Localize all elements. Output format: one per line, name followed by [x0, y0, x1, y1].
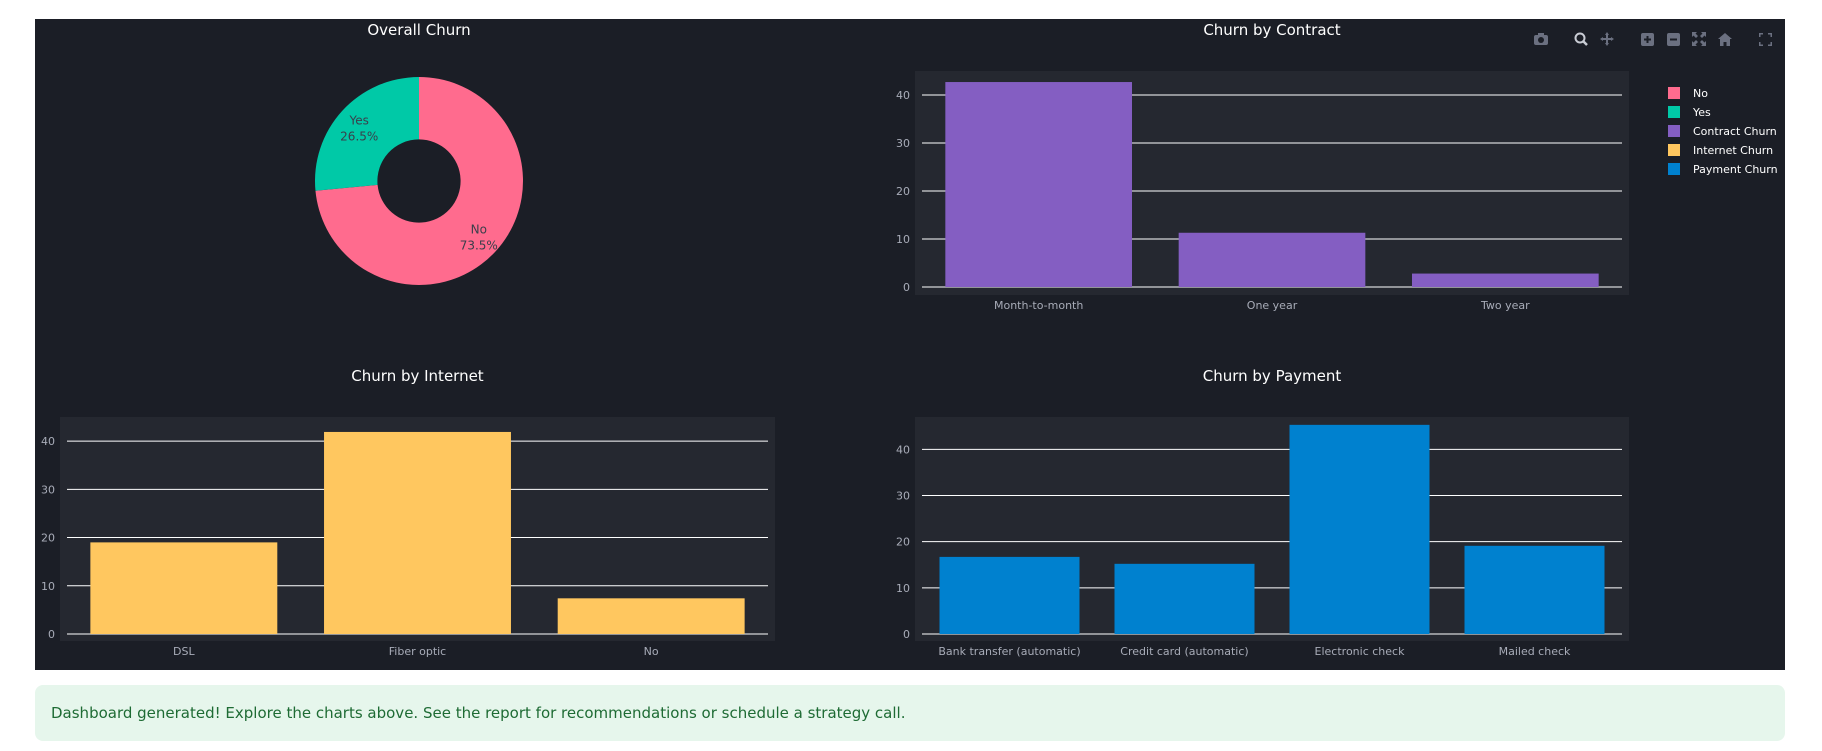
- slice-percent-label: 26.5%: [340, 130, 378, 144]
- chart-title: Churn by Contract: [1203, 21, 1340, 39]
- bar-mailed-check: [1464, 545, 1605, 634]
- pan-icon[interactable]: [1597, 29, 1617, 49]
- slice-label: Yes: [349, 114, 369, 128]
- x-tick-label: Credit card (automatic): [1120, 645, 1248, 658]
- legend-item-no: No: [1693, 87, 1708, 100]
- x-tick-label: Month-to-month: [994, 299, 1083, 312]
- bar-fiber-optic: [324, 431, 511, 634]
- zoom-in-icon[interactable]: [1637, 29, 1657, 49]
- bar-one-year: [1178, 232, 1366, 287]
- legend-swatch: [1668, 87, 1680, 99]
- x-tick-label: No: [644, 645, 659, 658]
- y-tick-label: 0: [903, 628, 910, 641]
- alert-message: Dashboard generated! Explore the charts …: [51, 704, 906, 722]
- legend-item-contract-churn: Contract Churn: [1693, 125, 1777, 138]
- x-tick-label: DSL: [173, 645, 195, 658]
- zoom-out-icon[interactable]: [1663, 29, 1683, 49]
- y-tick-label: 0: [903, 281, 910, 294]
- y-tick-label: 20: [896, 185, 910, 198]
- y-tick-label: 0: [48, 628, 55, 641]
- camera-icon[interactable]: [1531, 29, 1551, 49]
- x-tick-label: Mailed check: [1499, 645, 1571, 658]
- y-tick-label: 30: [896, 489, 910, 502]
- modebar: [1531, 29, 1775, 49]
- y-tick-label: 30: [41, 483, 55, 496]
- bar-month-to-month: [945, 82, 1132, 287]
- bar-dsl: [90, 542, 278, 634]
- legend-item-yes: Yes: [1692, 106, 1711, 119]
- bar-chart-churn-by-contract: Churn by Contract 0 10 20 30 40 Month-to-month…: [896, 21, 1629, 312]
- bar-bank-transfer-automatic: [939, 556, 1080, 634]
- plotly-figure[interactable]: Overall Churn No 73.5% Yes 26.5% Churn by Con…: [35, 19, 1785, 670]
- y-tick-label: 20: [41, 532, 55, 545]
- bar-credit-card-automatic: [1114, 563, 1255, 634]
- chart-title: Churn by Internet: [351, 367, 484, 385]
- legend-swatch: [1668, 125, 1680, 137]
- x-tick-label: One year: [1247, 299, 1298, 312]
- x-tick-label: Two year: [1480, 299, 1530, 312]
- chart-title: Churn by Payment: [1203, 367, 1342, 385]
- legend-item-internet-churn: Internet Churn: [1693, 144, 1773, 157]
- zoom-icon[interactable]: [1571, 29, 1591, 49]
- autoscale-icon[interactable]: [1689, 29, 1709, 49]
- home-icon[interactable]: [1715, 29, 1735, 49]
- legend-swatch: [1668, 106, 1680, 118]
- y-tick-label: 40: [41, 435, 55, 448]
- legend: No Yes Contract Churn Internet Churn Payment…: [1668, 87, 1778, 176]
- bar-no: [557, 598, 745, 634]
- fullscreen-icon[interactable]: [1755, 29, 1775, 49]
- y-tick-label: 10: [41, 580, 55, 593]
- bar-chart-churn-by-internet: Churn by Internet 0 10 20 30 40 DSL Fiber optic…: [41, 367, 775, 658]
- chart-title: Overall Churn: [367, 21, 470, 39]
- slice-percent-label: 73.5%: [460, 238, 498, 252]
- x-tick-label: Fiber optic: [389, 645, 446, 658]
- y-tick-label: 20: [896, 536, 910, 549]
- y-tick-label: 30: [896, 137, 910, 150]
- legend-item-payment-churn: Payment Churn: [1693, 163, 1778, 176]
- x-tick-label: Electronic check: [1315, 645, 1406, 658]
- bar-chart-churn-by-payment: Churn by Payment 0 10 20 30 40 Bank transfer (…: [896, 367, 1629, 658]
- y-tick-label: 10: [896, 582, 910, 595]
- bar-electronic-check: [1289, 424, 1430, 634]
- legend-swatch: [1668, 163, 1680, 175]
- legend-swatch: [1668, 144, 1680, 156]
- pie-chart-overall-churn: Overall Churn No 73.5% Yes 26.5%: [315, 21, 523, 285]
- charts-canvas: Overall Churn No 73.5% Yes 26.5% Churn by Con…: [41, 21, 1778, 658]
- success-alert: Dashboard generated! Explore the charts …: [35, 685, 1785, 741]
- y-tick-label: 10: [896, 233, 910, 246]
- bar-two-year: [1412, 273, 1599, 287]
- y-tick-label: 40: [896, 89, 910, 102]
- slice-label: No: [471, 222, 487, 236]
- y-tick-label: 40: [896, 443, 910, 456]
- x-tick-label: Bank transfer (automatic): [938, 645, 1080, 658]
